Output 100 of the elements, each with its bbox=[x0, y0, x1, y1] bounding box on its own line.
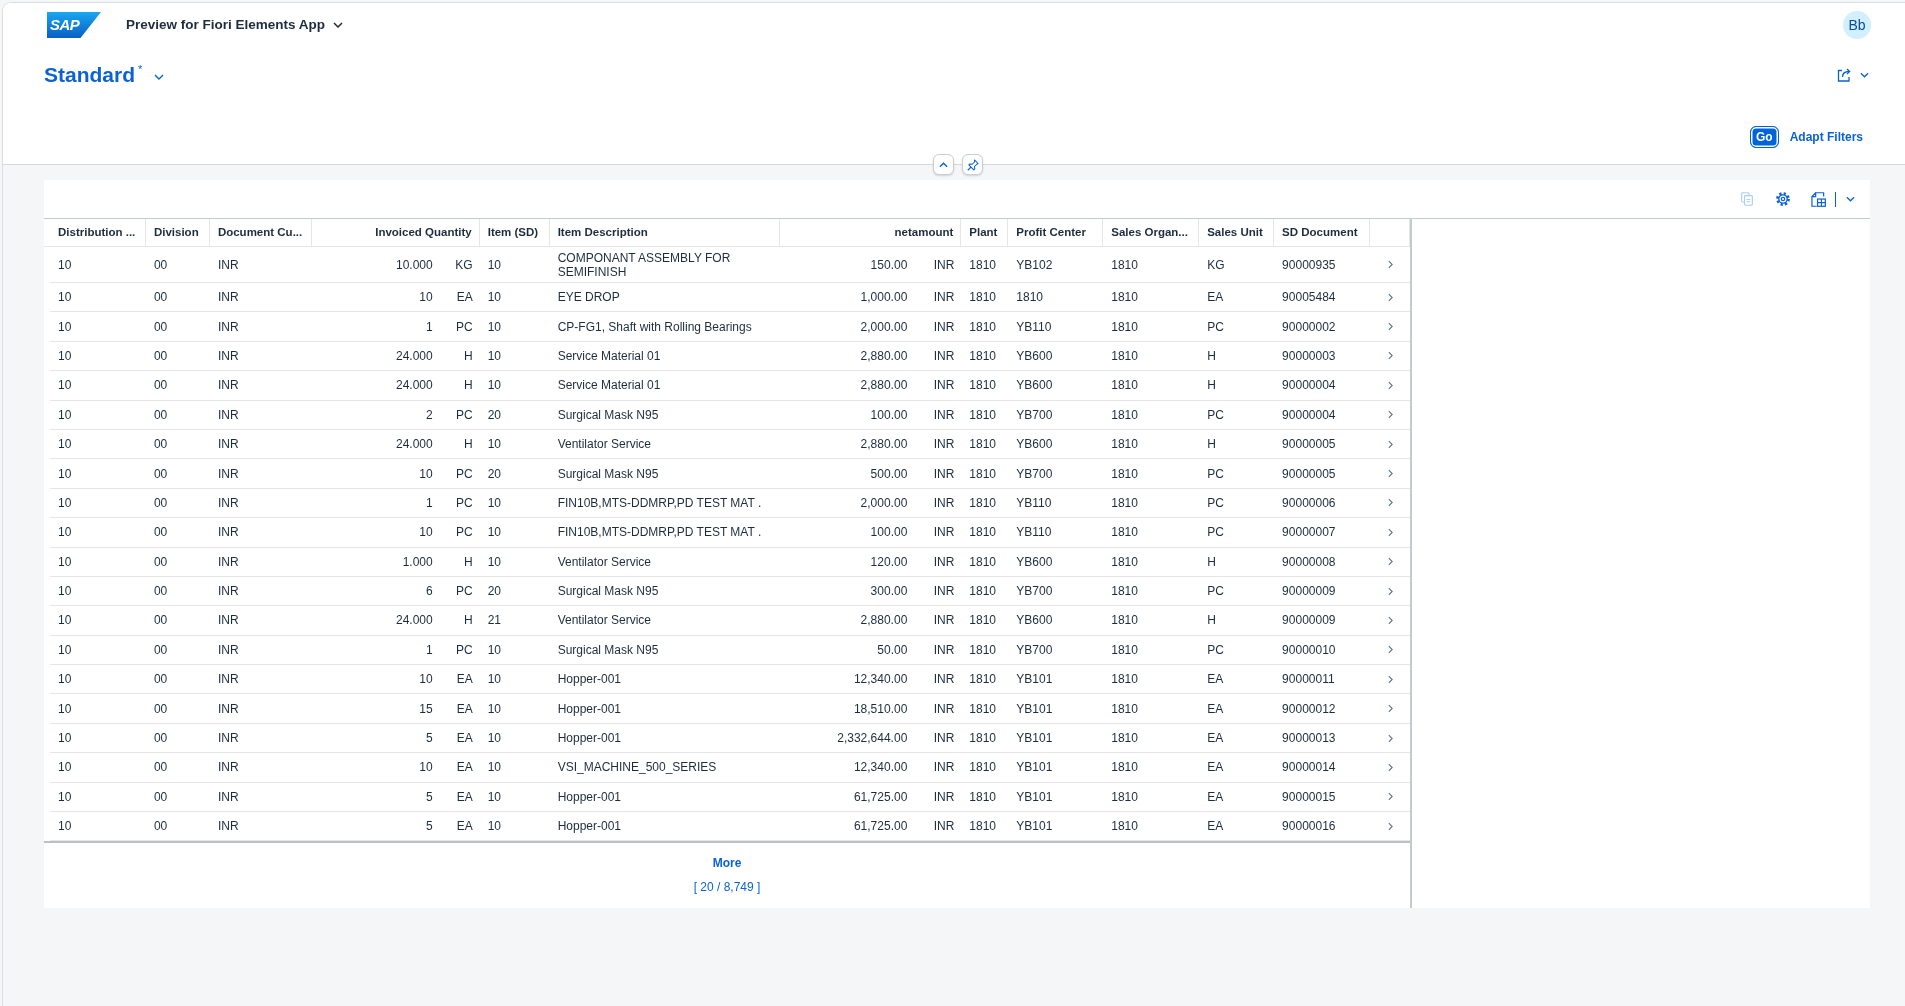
amount-value: 18,510.00 bbox=[853, 701, 908, 716]
amount-value: 2,880.00 bbox=[860, 348, 908, 363]
quantity-value: 5 bbox=[426, 789, 433, 804]
table-cell-text: INR bbox=[216, 730, 240, 748]
table-cell-text: 10 bbox=[57, 377, 73, 395]
table-cell-text: YB700 bbox=[1015, 465, 1054, 483]
quantity-value: 24.000 bbox=[396, 378, 433, 393]
table-cell-text: 90000011 bbox=[1281, 671, 1336, 689]
column-header[interactable]: Distribution ... bbox=[50, 219, 146, 246]
table-cell-text: INR bbox=[216, 612, 240, 630]
table-cell-text: 20 bbox=[486, 406, 503, 424]
table-cell-text: PC bbox=[1206, 583, 1225, 601]
unit-text: PC bbox=[455, 584, 473, 599]
currency-code: INR bbox=[932, 731, 955, 746]
more-button[interactable]: More bbox=[712, 855, 742, 872]
table-cell-text: 10 bbox=[486, 641, 503, 659]
chevron-right-icon bbox=[1387, 527, 1393, 537]
table-cell-text: Surgical Mask N95 bbox=[556, 583, 660, 601]
table-cell-text: YB101 bbox=[1015, 730, 1054, 748]
user-avatar[interactable]: Bb bbox=[1843, 11, 1871, 39]
table-cell-text: 10 bbox=[57, 494, 73, 512]
table-cell-text: 90000004 bbox=[1281, 377, 1337, 395]
table-cell-text: INR bbox=[216, 494, 240, 512]
table-cell-text: INR bbox=[216, 377, 240, 395]
table-cell-text: 10 bbox=[486, 730, 503, 748]
column-header[interactable]: Plant bbox=[961, 219, 1009, 246]
table-cell-text: EA bbox=[1206, 289, 1225, 307]
table-cell-text: 90000008 bbox=[1281, 553, 1337, 571]
table-cell-text: PC bbox=[1206, 465, 1225, 483]
table-cell-text: 1810 bbox=[1110, 612, 1139, 630]
table-cell-text: 00 bbox=[152, 289, 169, 307]
table-cell-text: PC bbox=[1206, 524, 1225, 542]
table-cell-text: INR bbox=[216, 436, 240, 454]
table-cell-text: Surgical Mask N95 bbox=[556, 406, 660, 424]
adapt-filters-button[interactable]: Adapt Filters bbox=[1789, 126, 1863, 148]
table-cell-text: H bbox=[1206, 347, 1217, 365]
table-cell-text: 1810 bbox=[968, 289, 997, 307]
table-cell-text: PC bbox=[1206, 406, 1225, 424]
chevron-right-icon bbox=[1387, 616, 1393, 625]
table-cell-text: 1810 bbox=[1110, 256, 1139, 274]
share-button[interactable] bbox=[1837, 68, 1869, 82]
column-header[interactable]: Invoiced Quantity bbox=[311, 219, 480, 246]
unit-text: H bbox=[463, 378, 473, 393]
unit-text: H bbox=[463, 613, 473, 628]
table-cell-text: FIN10B,MTS-DDMRP,PD TEST MAT . bbox=[556, 494, 763, 512]
pin-header-button[interactable] bbox=[962, 154, 983, 175]
column-header[interactable]: Division bbox=[145, 219, 210, 246]
table-cell-text: 10 bbox=[486, 256, 503, 274]
chevron-right-icon bbox=[1387, 292, 1393, 302]
table-cell-text: 10 bbox=[57, 671, 73, 689]
table-cell-text: H bbox=[1206, 612, 1217, 630]
table-cell-text: INR bbox=[216, 583, 240, 601]
table-cell-text: 10 bbox=[57, 406, 73, 424]
chevron-right-icon bbox=[1387, 322, 1393, 332]
table-cell-text: YB102 bbox=[1015, 256, 1054, 274]
table-cell-text: PC bbox=[1206, 318, 1225, 336]
app-title-menu[interactable]: Preview for Fiori Elements App bbox=[126, 14, 344, 36]
column-header[interactable]: Document Cu... bbox=[209, 219, 312, 246]
column-header[interactable]: Sales Unit bbox=[1199, 219, 1275, 246]
table-cell-text: 21 bbox=[486, 612, 503, 630]
table-cell-text: 90000004 bbox=[1281, 406, 1337, 424]
table-cell-text: 1810 bbox=[968, 759, 997, 777]
quantity-value: 24.000 bbox=[396, 437, 433, 452]
table-cell-text: 90000016 bbox=[1281, 818, 1337, 836]
table-cell-text: PC bbox=[1206, 494, 1225, 512]
amount-value: 1,000.00 bbox=[860, 290, 908, 305]
column-header[interactable]: SD Document bbox=[1274, 219, 1371, 246]
go-button[interactable]: Go bbox=[1750, 126, 1779, 148]
column-header[interactable]: Item (SD) bbox=[479, 219, 550, 246]
column-header[interactable]: Profit Center bbox=[1008, 219, 1104, 246]
collapse-header-button[interactable] bbox=[933, 154, 954, 175]
table-cell-text: 1810 bbox=[1110, 524, 1139, 542]
settings-icon bbox=[1776, 192, 1790, 206]
table-cell-text: 1810 bbox=[1110, 377, 1139, 395]
chevron-right-icon bbox=[1387, 704, 1393, 714]
chevron-right-icon bbox=[1387, 674, 1393, 684]
table-cell-text: 1810 bbox=[1110, 465, 1139, 483]
table-cell-text: INR bbox=[216, 289, 240, 307]
amount-value: 2,332,644.00 bbox=[837, 731, 908, 746]
table-cell-text: 10 bbox=[57, 465, 73, 483]
table-cell-text: 90000014 bbox=[1281, 759, 1337, 777]
currency-code: INR bbox=[932, 257, 955, 272]
amount-value: 100.00 bbox=[870, 407, 908, 422]
table-cell-text: 10 bbox=[57, 700, 73, 718]
column-header[interactable]: Sales Organ... bbox=[1103, 219, 1200, 246]
unit-text: KG bbox=[454, 257, 473, 272]
amount-value: 300.00 bbox=[870, 584, 908, 599]
table-cell-text: 10 bbox=[486, 318, 503, 336]
table-cell-text: 1810 bbox=[1110, 730, 1139, 748]
table-cell-text: 00 bbox=[152, 377, 169, 395]
column-header[interactable]: Item Description bbox=[549, 219, 781, 246]
variant-menu[interactable]: Standard* bbox=[44, 61, 165, 89]
quantity-value: 24.000 bbox=[396, 348, 433, 363]
column-header[interactable]: netamount bbox=[780, 219, 962, 246]
table-cell-text: 10 bbox=[486, 494, 503, 512]
chevron-right-icon bbox=[1387, 792, 1393, 802]
table-cell-text: 1810 bbox=[1110, 583, 1139, 601]
table-cell-text: 10 bbox=[57, 289, 73, 307]
table-cell-text: 1810 bbox=[968, 612, 997, 630]
amount-value: 2,880.00 bbox=[860, 613, 908, 628]
